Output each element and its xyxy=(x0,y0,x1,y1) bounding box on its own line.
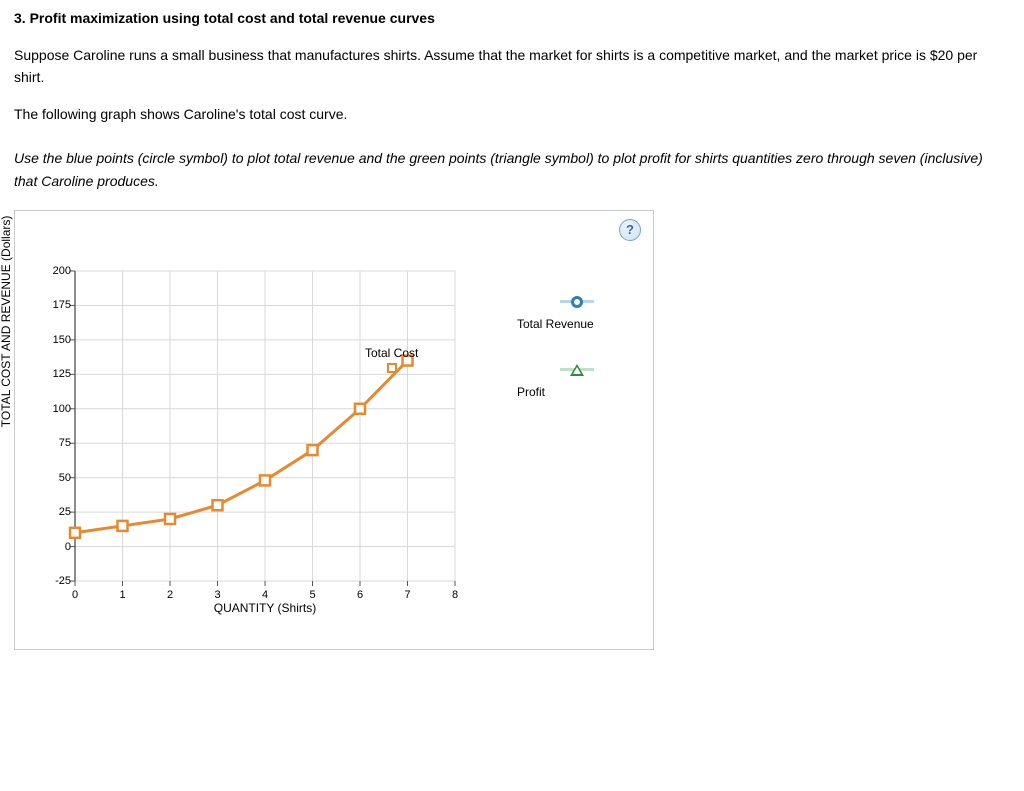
x-axis-label: QUANTITY (Shirts) xyxy=(75,601,455,615)
problem-instruction: Use the blue points (circle symbol) to p… xyxy=(14,147,1010,192)
y-tick: 100 xyxy=(33,403,71,415)
x-tick: 4 xyxy=(262,589,268,601)
problem-text-1: Suppose Caroline runs a small business t… xyxy=(14,44,1010,89)
legend-profit[interactable]: Profit xyxy=(517,361,637,399)
x-tick: 6 xyxy=(357,589,363,601)
x-tick: 7 xyxy=(404,589,410,601)
y-tick: 0 xyxy=(33,541,71,553)
y-tick: 175 xyxy=(33,299,71,311)
x-tick: 0 xyxy=(72,589,78,601)
y-tick: 75 xyxy=(33,437,71,449)
plot-area[interactable]: Total Cost -2502550751001251501752000123… xyxy=(75,271,455,581)
y-tick: 125 xyxy=(33,368,71,380)
x-tick: 5 xyxy=(309,589,315,601)
chart-svg xyxy=(75,271,455,581)
x-tick: 1 xyxy=(119,589,125,601)
y-tick: -25 xyxy=(33,575,71,587)
triangle-icon xyxy=(570,364,584,376)
legend-profit-label: Profit xyxy=(517,385,637,399)
legend-total-revenue-label: Total Revenue xyxy=(517,317,637,331)
problem-text-2: The following graph shows Caroline's tot… xyxy=(14,103,1010,125)
x-tick: 3 xyxy=(214,589,220,601)
y-tick: 200 xyxy=(33,265,71,277)
total-cost-label: Total Cost xyxy=(365,346,418,360)
x-tick: 8 xyxy=(452,589,458,601)
y-tick: 50 xyxy=(33,472,71,484)
legend-total-revenue[interactable]: Total Revenue xyxy=(517,293,637,331)
help-button[interactable]: ? xyxy=(619,219,641,241)
circle-icon xyxy=(571,296,583,308)
total-cost-label-marker xyxy=(387,363,397,373)
question-title: 3. Profit maximization using total cost … xyxy=(14,10,1010,26)
y-tick: 25 xyxy=(33,506,71,518)
graph-container: ? TOTAL COST AND REVENUE (Dollars) Total… xyxy=(14,210,654,650)
x-tick: 2 xyxy=(167,589,173,601)
legend-panel: Total Revenue Profit xyxy=(517,293,637,429)
y-tick: 150 xyxy=(33,334,71,346)
y-axis-label: TOTAL COST AND REVENUE (Dollars) xyxy=(0,216,13,428)
